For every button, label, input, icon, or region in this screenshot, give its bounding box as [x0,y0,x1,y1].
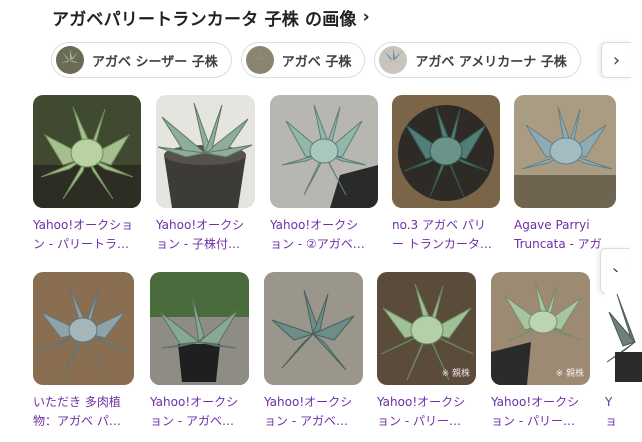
chip-label: アガベ アメリカーナ 子株 [415,54,567,70]
image-result-card[interactable]: ※ 親株 Yahoo!オークシ ョン - パリー… [377,272,476,431]
caption-line: ン - パリートラ… [33,237,129,251]
caption-line: ョ [605,414,618,428]
agave-plant-image [156,95,255,208]
image-result-caption[interactable]: Y ョ [605,393,642,431]
caption-line: Yahoo!オークシ [491,395,580,409]
chip-agave-americana-offset[interactable]: アガベ アメリカーナ 子株 [374,42,581,78]
chip-agave-caesar-offset[interactable]: アガベ シーザー 子株 [51,42,232,78]
image-thumbnail[interactable] [264,272,363,385]
image-result-caption[interactable]: Yahoo!オークシ ョン - アガベ… [264,393,363,431]
image-watermark: ※ 親株 [441,369,470,379]
image-result-card[interactable]: ※ 親株 Yahoo!オークシ ョン - パリー… [491,272,590,431]
agave-plant-image [264,272,363,385]
image-result-card[interactable]: Yahoo!オークショ ン - パリートラ… [33,95,141,254]
chevron-right-icon: › [612,49,621,71]
image-thumbnail[interactable]: ※ 親株 [377,272,476,385]
caption-line: ョン - ②アガベ… [270,237,365,251]
caption-line: Agave Parryi [514,218,590,232]
image-result-caption[interactable]: Agave Parryi Truncata - アガ [514,216,616,254]
image-result-caption[interactable]: Yahoo!オークショ ン - パリートラ… [33,216,141,254]
caption-line: Yahoo!オークシ [377,395,466,409]
caption-line: no.3 アガベ パリ [392,218,486,232]
image-result-caption[interactable]: Yahoo!オークシ ョン - 子株付… [156,216,255,254]
caption-line: ョン - アガベ… [150,414,234,428]
caption-line: ョン - 子株付… [156,237,240,251]
agave-thumb-icon [245,46,274,74]
image-result-card[interactable]: Yahoo!オークシ ョン - アガベ… [264,272,363,431]
image-thumbnail[interactable] [33,95,141,208]
image-thumbnail[interactable]: ※ 親株 [491,272,590,385]
image-result-card[interactable]: Y ョ [605,272,642,431]
image-result-caption[interactable]: Yahoo!オークシ ョン - パリー… [491,393,590,431]
agave-plant-image [514,95,616,208]
agave-plant-image [392,95,500,208]
caption-line: Yahoo!オークシ [150,395,239,409]
image-result-card[interactable]: Yahoo!オークシ ョン - 子株付… [156,95,255,254]
chip-label: アガベ シーザー 子株 [92,54,218,70]
image-result-card[interactable]: no.3 アガベ パリ ー トランカータ… [392,95,500,254]
agave-plant-image [270,95,378,208]
agave-plant-image [150,272,249,385]
image-thumbnail[interactable] [150,272,249,385]
image-thumbnail[interactable] [270,95,378,208]
related-search-chips: アガベ シーザー 子株 アガベ 子株 アガベ アメリカーナ 子株 [51,42,581,78]
agave-thumb-icon [56,46,84,74]
chips-next-button[interactable]: › [601,42,631,78]
image-thumbnail[interactable] [156,95,255,208]
caption-line: ョン - パリー… [377,414,461,428]
caption-line: Yahoo!オークシ [156,218,245,232]
caption-line: ー トランカータ… [392,237,492,251]
image-result-caption[interactable]: Yahoo!オークシ ョン - ②アガベ… [270,216,378,254]
caption-line: Yahoo!オークシ [270,218,359,232]
agave-plant-image [605,272,642,385]
caption-line: 物：アガベ パ… [33,414,121,428]
image-result-caption[interactable]: no.3 アガベ パリ ー トランカータ… [392,216,500,254]
image-result-caption[interactable]: いただき 多肉植 物：アガベ パ… [33,393,134,431]
image-results-title-link[interactable]: アガベパリートランカータ 子株 の画像 › [52,6,370,30]
caption-line: Y [605,395,613,409]
image-result-card[interactable]: Yahoo!オークシ ョン - アガベ… [150,272,249,431]
caption-line: ョン - パリー… [491,414,575,428]
agave-thumb-icon [379,46,408,74]
image-result-caption[interactable]: Yahoo!オークシ ョン - アガベ… [150,393,249,431]
caption-line: いただき 多肉植 [33,395,121,409]
chip-agave-offset[interactable]: アガベ 子株 [240,42,366,78]
image-result-card[interactable]: Yahoo!オークシ ョン - ②アガベ… [270,95,378,254]
caption-line: Yahoo!オークシ [264,395,353,409]
caption-line: Yahoo!オークショ [33,218,134,232]
image-thumbnail[interactable] [605,272,642,385]
image-result-card[interactable]: いただき 多肉植 物：アガベ パ… [33,272,134,431]
image-thumbnail[interactable] [392,95,500,208]
image-result-caption[interactable]: Yahoo!オークシ ョン - パリー… [377,393,476,431]
image-thumbnail[interactable] [514,95,616,208]
agave-plant-image [33,272,134,385]
image-watermark: ※ 親株 [555,369,584,379]
caption-line: ョン - アガベ… [264,414,348,428]
agave-plant-image [33,95,141,208]
page-title: アガベパリートランカータ 子株 の画像 [52,9,357,30]
chevron-right-icon: › [362,7,370,27]
image-result-card[interactable]: Agave Parryi Truncata - アガ [514,95,616,254]
image-thumbnail[interactable] [33,272,134,385]
chip-label: アガベ 子株 [281,54,352,70]
